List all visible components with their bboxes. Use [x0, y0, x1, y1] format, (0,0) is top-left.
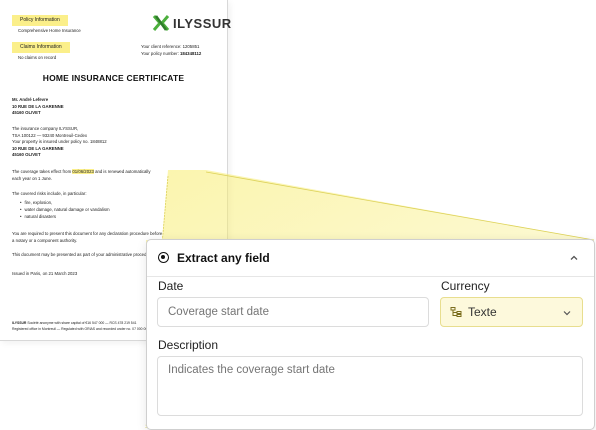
policy-info-value: Comprehensive Home Insurance	[18, 28, 81, 33]
list-type-icon	[450, 307, 462, 317]
paragraph-line: a notary or a component authority.	[12, 237, 78, 243]
risk-item: water damage, natural damage or vandalis…	[20, 207, 110, 214]
coverage-suffix: and is renewed automatically	[93, 169, 151, 174]
policy-number: 184348112	[180, 51, 202, 56]
panel-header[interactable]: Extract any field	[147, 240, 594, 277]
issue-date-line: Issued in Paris, on 21 March 2023	[12, 271, 78, 276]
panel-title: Extract any field	[177, 251, 270, 265]
coverage-start-date-highlight: 01/06/2023	[72, 169, 94, 174]
risk-item: natural disasters	[20, 214, 57, 221]
claims-info-value: No claims on record	[18, 55, 57, 60]
client-reference: Your client reference: 1205851	[141, 44, 200, 49]
claims-info-tag: Claims Information	[12, 42, 70, 53]
currency-value: Texte	[468, 305, 497, 319]
currency-select[interactable]: Texte	[440, 297, 583, 327]
chevron-down-icon	[563, 311, 571, 316]
policy-number-line: Your policy number: 184348112	[141, 51, 201, 58]
chevron-up-icon[interactable]	[568, 252, 580, 264]
policy-info-tag: Policy Information	[12, 15, 68, 26]
paragraph-line: each year on 1 June.	[12, 175, 53, 181]
paragraph-line: 45160 OLIVET	[12, 152, 41, 157]
footer-brand: ILYSSUR	[12, 321, 27, 325]
policy-number-label: Your policy number:	[141, 51, 181, 56]
description-label: Description	[158, 338, 219, 352]
currency-label: Currency	[441, 279, 490, 293]
paragraph-line: The covered risks include, in particular…	[12, 191, 87, 196]
brand-name: ILYSSUR	[173, 15, 232, 31]
coverage-prefix: The coverage takes effect from	[12, 169, 73, 174]
description-field[interactable]	[157, 356, 583, 416]
extract-field-panel: Extract any field Date Currency Texte De…	[146, 239, 595, 430]
addressee-city: 45160 OLIVET	[12, 110, 41, 115]
brand-logo: ILYSSUR	[152, 14, 232, 32]
ilyssur-logo-icon	[152, 15, 170, 31]
footer-line: Registered office in Montreuil — Regulat…	[12, 327, 150, 331]
paragraph-line: This document may be presented as part o…	[12, 252, 157, 257]
certificate-title: HOME INSURANCE CERTIFICATE	[42, 73, 185, 83]
radio-selected-icon[interactable]	[158, 252, 169, 263]
date-field[interactable]	[157, 297, 429, 327]
footer-legal: Société anonyme with share capital of €1…	[26, 321, 137, 325]
risk-item: fire, explosion,	[20, 200, 53, 207]
date-label: Date	[158, 279, 184, 293]
